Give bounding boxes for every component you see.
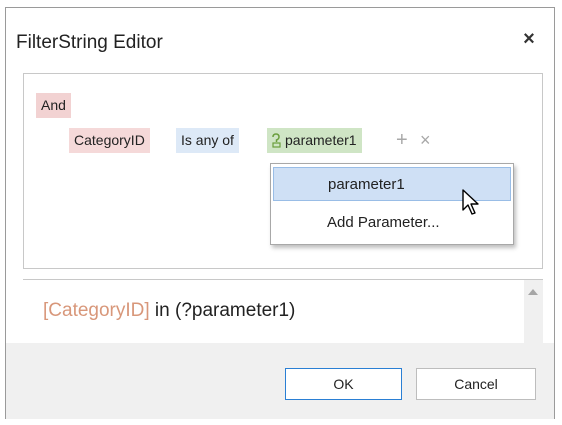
ok-button[interactable]: OK	[285, 368, 402, 400]
scroll-up-arrow-icon[interactable]	[528, 289, 538, 295]
parameter-icon	[272, 133, 281, 148]
expression-rest: in (?parameter1)	[149, 300, 296, 321]
operator-node[interactable]: Is any of	[176, 128, 239, 153]
cancel-button[interactable]: Cancel	[416, 368, 536, 400]
parameter-node[interactable]: parameter1	[267, 128, 362, 153]
expression-text-area[interactable]: [CategoryID] in (?parameter1)	[23, 279, 543, 350]
parameter-label: parameter1	[285, 132, 357, 148]
field-node[interactable]: CategoryID	[69, 128, 150, 153]
title-bar: FilterString Editor ×	[6, 8, 554, 70]
vertical-scrollbar[interactable]	[524, 280, 543, 350]
group-operator-and[interactable]: And	[36, 93, 71, 118]
dropdown-item-add-parameter[interactable]: Add Parameter...	[273, 206, 511, 240]
filter-expression: [CategoryID] in (?parameter1)	[43, 300, 295, 322]
dialog-footer: OK Cancel	[6, 343, 554, 419]
close-icon[interactable]: ×	[518, 28, 540, 50]
expression-field: [CategoryID]	[43, 300, 150, 321]
parameter-dropdown: parameter1 Add Parameter...	[270, 163, 514, 245]
add-condition-icon[interactable]: +	[396, 128, 408, 153]
dropdown-item-parameter1[interactable]: parameter1	[273, 167, 511, 201]
dialog-title: FilterString Editor	[16, 32, 163, 53]
filterstring-editor-dialog: FilterString Editor × And CategoryID Is …	[5, 7, 555, 419]
remove-condition-icon[interactable]: ×	[420, 128, 431, 153]
